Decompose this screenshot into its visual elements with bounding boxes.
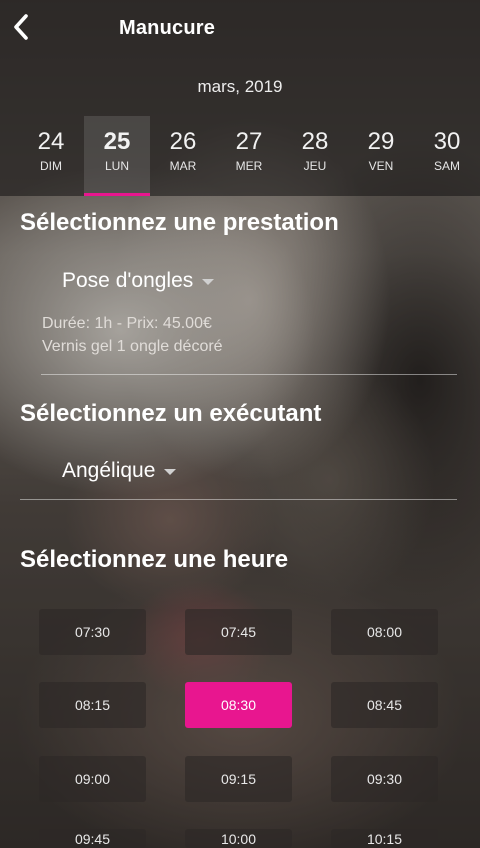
time-slot-selected[interactable]: 08:30 [185, 682, 292, 728]
booking-screen: Manucure mars, 2019 24 DIM 25 LUN 26 MAR… [0, 0, 480, 848]
date-item[interactable]: 26 MAR [150, 116, 216, 196]
date-item-selected[interactable]: 25 LUN [84, 116, 150, 196]
date-strip: 24 DIM 25 LUN 26 MAR 27 MER 28 JEU 29 VE… [18, 116, 480, 196]
time-slot[interactable]: 07:45 [185, 609, 292, 655]
date-weekday: MER [235, 159, 263, 173]
divider [20, 499, 457, 500]
service-details: Durée: 1h - Prix: 45.00€ [42, 315, 212, 332]
date-number: 28 [301, 128, 329, 155]
caret-down-icon [202, 279, 215, 285]
staff-dropdown[interactable]: Angélique [62, 459, 177, 483]
service-section-title: Sélectionnez une prestation [20, 209, 339, 236]
time-slot[interactable]: 08:45 [331, 682, 438, 728]
service-description: Vernis gel 1 ongle décoré [42, 338, 223, 355]
date-number: 27 [235, 128, 263, 155]
divider [41, 374, 457, 375]
service-selected-value: Pose d'ongles [62, 269, 194, 292]
date-number: 29 [367, 128, 395, 155]
date-weekday: LUN [104, 159, 129, 173]
date-item[interactable]: 27 MER [216, 116, 282, 196]
staff-selected-value: Angélique [62, 459, 156, 482]
time-slot[interactable]: 10:15 [331, 829, 438, 848]
date-number: 30 [433, 128, 461, 155]
back-button[interactable] [6, 10, 36, 44]
chevron-left-icon [14, 14, 28, 40]
date-weekday: SAM [433, 159, 460, 173]
time-slot[interactable]: 09:45 [39, 829, 146, 848]
time-slot[interactable]: 09:15 [185, 756, 292, 802]
date-item[interactable]: 30 SAM [414, 116, 480, 196]
date-number: 26 [169, 128, 197, 155]
date-item[interactable]: 24 DIM [18, 116, 84, 196]
date-weekday: MAR [169, 159, 197, 173]
date-number: 24 [37, 128, 65, 155]
time-slot[interactable]: 07:30 [39, 609, 146, 655]
date-number: 25 [103, 128, 131, 155]
caret-down-icon [164, 469, 177, 475]
time-slot[interactable]: 09:00 [39, 756, 146, 802]
time-section-title: Sélectionnez une heure [20, 546, 289, 573]
time-slot[interactable]: 08:15 [39, 682, 146, 728]
date-weekday: VEN [368, 159, 394, 173]
time-slot[interactable]: 09:30 [331, 756, 438, 802]
month-label: mars, 2019 [197, 77, 283, 96]
date-weekday: DIM [40, 159, 62, 173]
page-title: Manucure [119, 17, 216, 39]
date-weekday: JEU [303, 159, 327, 173]
date-item[interactable]: 29 VEN [348, 116, 414, 196]
time-slot[interactable]: 08:00 [331, 609, 438, 655]
service-dropdown[interactable]: Pose d'ongles [62, 269, 215, 293]
time-slot[interactable]: 10:00 [185, 829, 292, 848]
date-item[interactable]: 28 JEU [282, 116, 348, 196]
staff-section-title: Sélectionnez un exécutant [20, 400, 322, 427]
